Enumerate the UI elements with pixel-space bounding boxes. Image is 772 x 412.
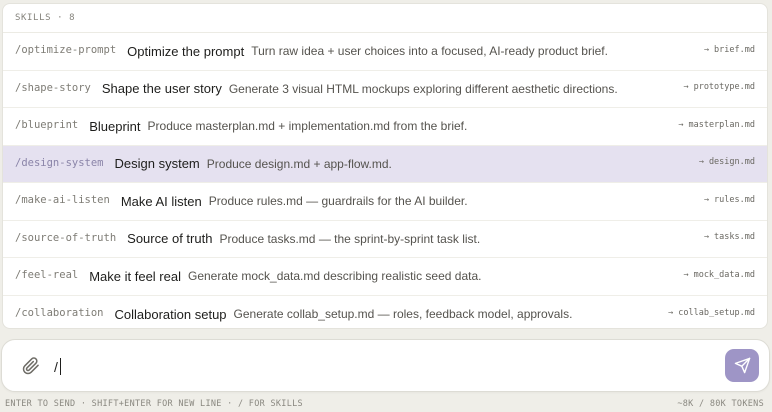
message-input[interactable] bbox=[54, 357, 694, 377]
skill-output: → tasks.md bbox=[703, 232, 755, 243]
skill-name: Shape the user story bbox=[101, 81, 222, 97]
skill-description: Produce design.md + app-flow.md. bbox=[206, 156, 392, 171]
skill-name: Optimize the prompt bbox=[127, 43, 245, 59]
keyboard-hint: ENTER TO SEND · SHIFT+ENTER FOR NEW LINE… bbox=[5, 399, 303, 409]
skill-name: Make AI listen bbox=[120, 193, 202, 209]
skill-description: Generate mock_data.md describing realist… bbox=[187, 269, 482, 284]
skill-description: Generate collab_setup.md — roles, feedba… bbox=[233, 307, 573, 322]
skill-output: → brief.md bbox=[703, 44, 755, 55]
skill-description: Turn raw idea + user choices into a focu… bbox=[251, 44, 608, 59]
skill-command: /optimize-prompt bbox=[15, 44, 117, 57]
skill-command: /blueprint bbox=[15, 119, 79, 132]
skill-item-source-of-truth[interactable]: /source-of-truth Source of truth Produce… bbox=[3, 221, 767, 258]
skill-item-shape-story[interactable]: /shape-story Shape the user story Genera… bbox=[3, 71, 767, 108]
send-icon bbox=[734, 357, 751, 374]
skill-item-design-system[interactable]: /design-system Design system Produce des… bbox=[3, 145, 767, 183]
skill-command: /collaboration bbox=[15, 307, 104, 320]
skill-name: Design system bbox=[114, 156, 200, 172]
skill-output: → masterplan.md bbox=[678, 119, 755, 130]
skill-name: Source of truth bbox=[127, 231, 213, 247]
skill-item-feel-real[interactable]: /feel-real Make it feel real Generate mo… bbox=[3, 258, 767, 296]
skill-command: /feel-real bbox=[15, 269, 79, 282]
paperclip-icon[interactable] bbox=[22, 357, 40, 375]
skill-item-blueprint[interactable]: /blueprint Blueprint Produce masterplan.… bbox=[3, 108, 767, 146]
app: SKILLS · 8 /optimize-prompt Optimize the… bbox=[0, 0, 772, 412]
skill-name: Blueprint bbox=[89, 118, 141, 134]
skill-output: → rules.md bbox=[703, 194, 755, 205]
skills-header: SKILLS · 8 bbox=[3, 4, 767, 33]
skills-panel: SKILLS · 8 /optimize-prompt Optimize the… bbox=[2, 3, 768, 329]
skill-name: Make it feel real bbox=[89, 268, 181, 284]
skill-name: Collaboration setup bbox=[114, 306, 227, 322]
skill-description: Produce masterplan.md + implementation.m… bbox=[147, 119, 468, 134]
skill-command: /shape-story bbox=[15, 81, 91, 94]
skill-output: → mock_data.md bbox=[683, 269, 755, 280]
footer-bar: ENTER TO SEND · SHIFT+ENTER FOR NEW LINE… bbox=[0, 397, 772, 412]
text-caret bbox=[60, 358, 61, 375]
skill-command: /design-system bbox=[15, 156, 104, 169]
skill-command: /source-of-truth bbox=[15, 231, 117, 244]
skill-description: Produce rules.md — guardrails for the AI… bbox=[208, 194, 468, 209]
skill-output: → design.md bbox=[698, 157, 755, 168]
skill-output: → prototype.md bbox=[683, 82, 755, 93]
skill-item-collaboration[interactable]: /collaboration Collaboration setup Gener… bbox=[3, 296, 767, 329]
skill-item-make-ai-listen[interactable]: /make-ai-listen Make AI listen Produce r… bbox=[3, 183, 767, 221]
skill-output: → collab_setup.md bbox=[668, 307, 755, 318]
skill-description: Produce tasks.md — the sprint-by-sprint … bbox=[219, 231, 481, 246]
message-composer bbox=[1, 339, 770, 392]
skill-command: /make-ai-listen bbox=[15, 194, 110, 207]
skill-description: Generate 3 visual HTML mockups exploring… bbox=[228, 81, 618, 96]
skill-item-optimize-prompt[interactable]: /optimize-prompt Optimize the prompt Tur… bbox=[3, 33, 767, 71]
send-button[interactable] bbox=[725, 349, 759, 382]
token-counter: ~8K / 80K TOKENS bbox=[677, 399, 764, 409]
